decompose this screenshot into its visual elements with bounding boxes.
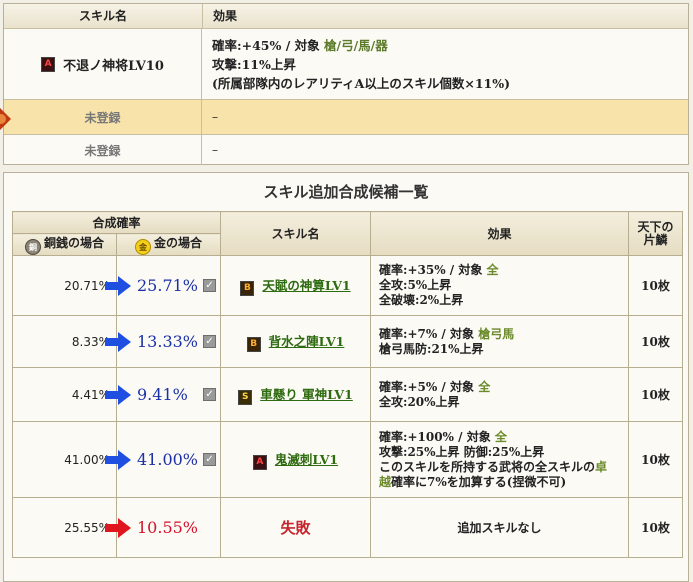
base-skill-effect-line3: (所属部隊内のレアリティA以上のスキル個数×11%) xyxy=(212,75,511,91)
base-skill-effect-line2: 攻撃:11%上昇 xyxy=(212,56,296,72)
arrow-right-icon xyxy=(105,275,131,296)
skill-name-header: スキル名 xyxy=(4,4,203,28)
skill-link[interactable]: 鬼滅刺LV1 xyxy=(275,452,338,467)
skill-link[interactable]: 背水之陣LV1 xyxy=(269,334,345,349)
candidate-row: 20.71% 25.71% ✓ B 天賦の神算LV1 確率:+35% / 対象 全… xyxy=(12,255,684,316)
fragment-count: 10枚 xyxy=(628,497,684,558)
rank-b-icon: B xyxy=(240,281,255,296)
gold-rate: 41.00% xyxy=(137,450,199,469)
no-skill-text: 追加スキルなし xyxy=(370,497,630,558)
select-checkbox[interactable]: ✓ xyxy=(203,387,217,401)
fragment-count: 10枚 xyxy=(628,315,684,368)
skill-slots-panel: スキル名 効果 A 不退ノ神将LV10 確率:+45% / 対象 槍/弓/馬/器… xyxy=(3,3,689,165)
rank-b-icon: B xyxy=(246,337,261,352)
copper-rate: 8.33% xyxy=(12,315,117,368)
skill-slot-row[interactable]: 未登録 – xyxy=(4,135,688,165)
select-checkbox[interactable]: ✓ xyxy=(203,452,217,466)
rank-a-icon: A xyxy=(252,455,267,470)
copper-rate: 4.41% xyxy=(12,367,117,422)
gold-rate: 10.55% xyxy=(137,518,199,537)
gold-rate: 9.41% xyxy=(137,385,188,404)
candidate-list-title: スキル追加合成候補一覧 xyxy=(263,183,429,201)
slot-skill-effect: – xyxy=(212,110,218,124)
gold-coin-icon: 金 xyxy=(135,239,151,255)
fragment-count: 10枚 xyxy=(628,421,684,498)
candidate-row: 8.33% 13.33% ✓ B 背水之陣LV1 確率:+7% / 対象 槍弓馬 … xyxy=(12,315,684,368)
fragment-count: 10枚 xyxy=(628,367,684,422)
gold-rate: 13.33% xyxy=(137,332,199,351)
slot-skill-name: 未登録 xyxy=(84,143,121,158)
rank-s-icon: S xyxy=(238,390,253,405)
skill-link[interactable]: 天賦の神算LV1 xyxy=(262,278,350,293)
copper-rate: 25.55% xyxy=(12,497,117,558)
skill-slots-header: スキル名 効果 xyxy=(4,4,688,29)
skill-effect: 確率:+5% / 対象 全 全攻:20%上昇 xyxy=(370,367,630,422)
select-checkbox[interactable]: ✓ xyxy=(203,278,217,292)
count-col-header: 天下の 片鱗 xyxy=(628,211,684,256)
copper-rate: 41.00% xyxy=(12,421,117,498)
candidate-table: 合成確率 スキル名 効果 天下の 片鱗 銅銅銭の場合 金金の場合 20.71% … xyxy=(11,211,684,558)
skill-link[interactable]: 車懸り 軍神LV1 xyxy=(260,387,353,402)
fragment-count: 10枚 xyxy=(628,255,684,316)
arrow-right-icon xyxy=(105,384,131,405)
fail-label: 失敗 xyxy=(280,519,311,537)
candidate-row: 4.41% 9.41% ✓ S 車懸り 軍神LV1 確率:+5% / 対象 全 全… xyxy=(12,367,684,422)
gold-rate: 25.71% xyxy=(137,276,199,295)
copper-rate: 20.71% xyxy=(12,255,117,316)
base-skill-effect-line1: 確率:+45% / 対象 槍/弓/馬/器 xyxy=(212,37,388,53)
base-skill-name: 不退ノ神将LV10 xyxy=(63,58,164,74)
slot-skill-effect: – xyxy=(212,143,218,157)
arrow-right-icon xyxy=(105,517,131,538)
candidate-row: 41.00% 41.00% ✓ A 鬼滅刺LV1 確率:+100% / 対象 全 … xyxy=(12,421,684,498)
rank-a-icon: A xyxy=(41,56,56,72)
copper-coin-icon: 銅 xyxy=(24,239,41,255)
skill-effect: 確率:+35% / 対象 全 全攻:5%上昇 全破壊:2%上昇 xyxy=(370,255,630,316)
base-skill-target: 槍/弓/馬/器 xyxy=(324,37,388,53)
effect-col-header: 効果 xyxy=(370,211,630,256)
slot-skill-name: 未登録 xyxy=(84,110,121,125)
arrow-right-icon xyxy=(105,331,131,352)
effect-header: 効果 xyxy=(213,9,238,23)
skill-effect: 確率:+100% / 対象 全 攻撃:25%上昇 防御:25%上昇 このスキルを… xyxy=(370,421,630,498)
copper-rate-header: 銅銅銭の場合 xyxy=(12,233,117,256)
candidate-row-fail: 25.55% 10.55% 失敗 追加スキルなし 10枚 xyxy=(12,497,684,558)
base-skill-row: A 不退ノ神将LV10 確率:+45% / 対象 槍/弓/馬/器 攻撃:11%上… xyxy=(4,29,688,100)
gold-rate-header: 金金の場合 xyxy=(115,233,222,256)
candidate-list-panel: スキル追加合成候補一覧 合成確率 スキル名 効果 天下の 片鱗 銅銅銭の場合 金… xyxy=(3,172,689,582)
skill-col-header: スキル名 xyxy=(220,211,372,256)
select-checkbox[interactable]: ✓ xyxy=(203,334,217,348)
skill-effect: 確率:+7% / 対象 槍弓馬 槍弓馬防:21%上昇 xyxy=(370,315,630,368)
skill-slot-row-selected[interactable]: 未登録 – xyxy=(4,100,688,135)
rate-header: 合成確率 xyxy=(11,211,222,234)
arrow-right-icon xyxy=(105,449,131,470)
